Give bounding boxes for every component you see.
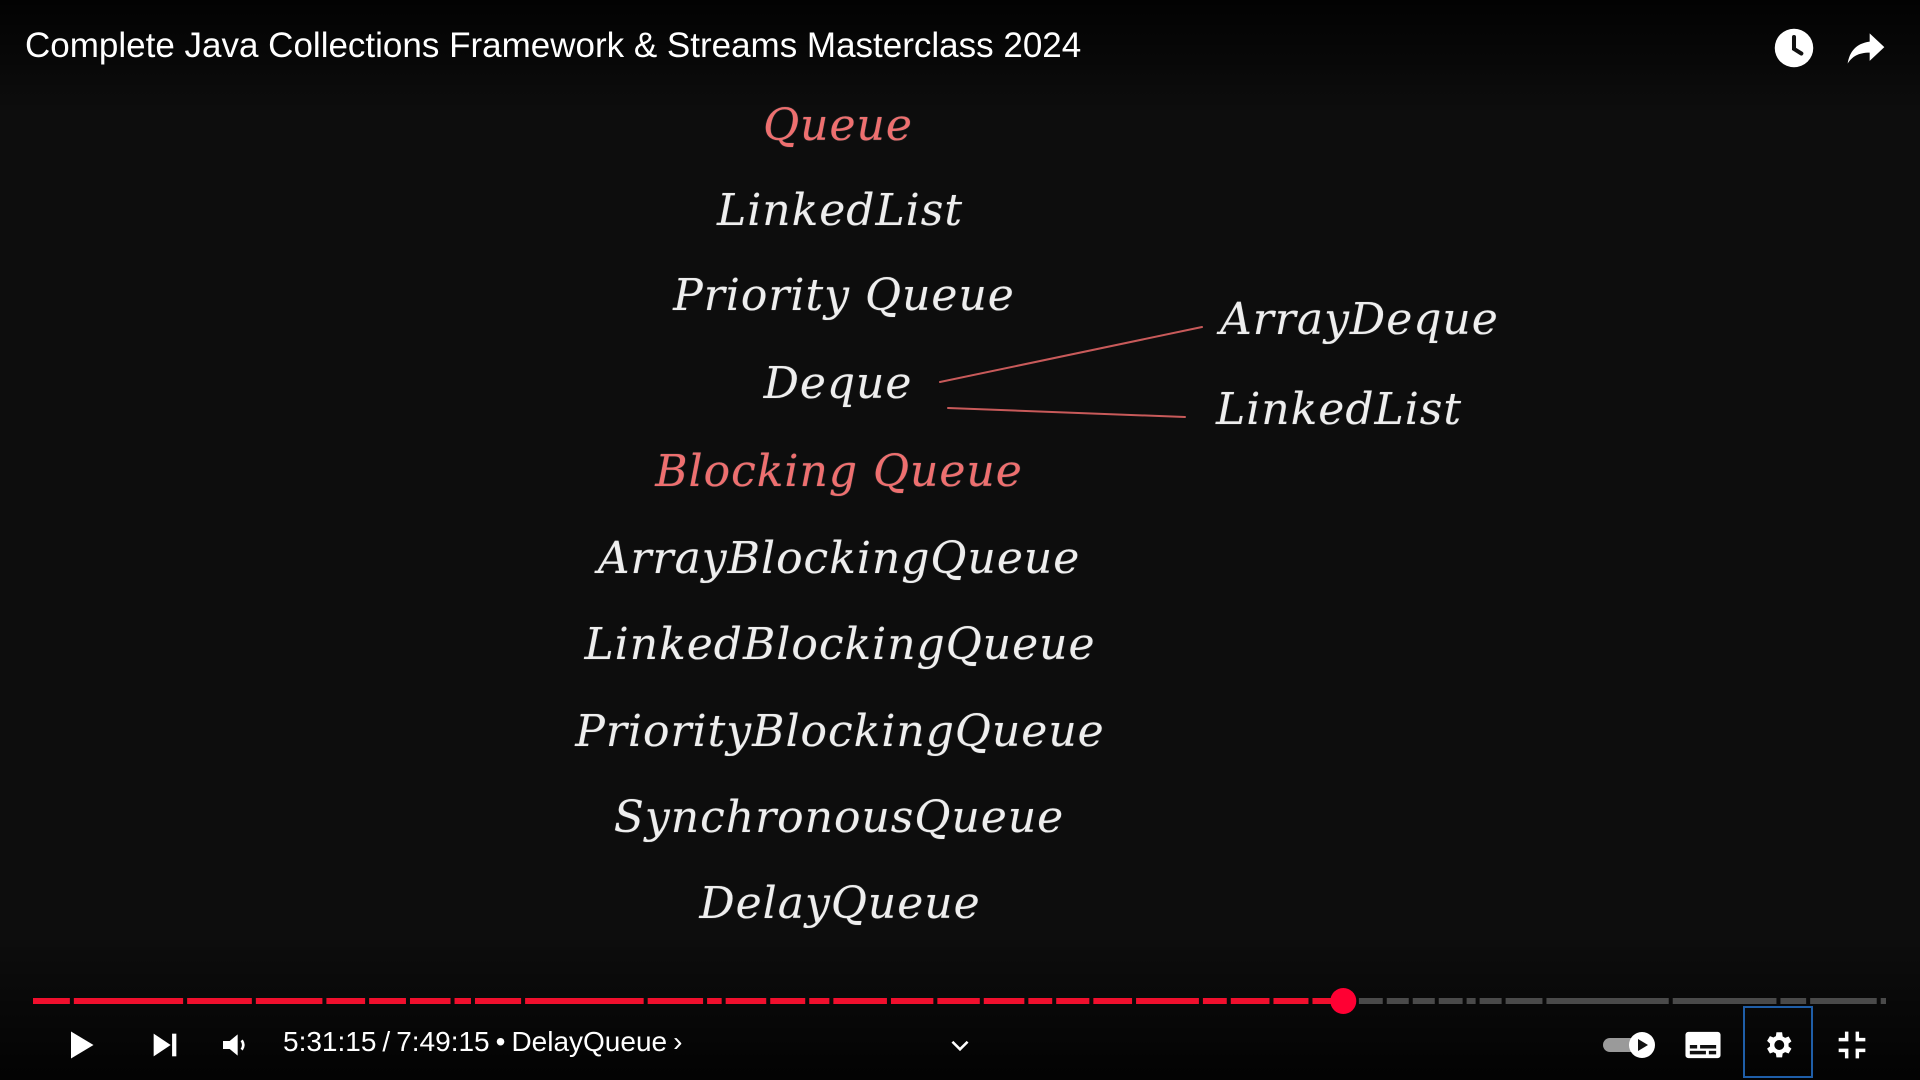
duration: 7:49:15 [396,1026,490,1057]
progress-segment[interactable] [255,998,323,1004]
progress-segment[interactable] [770,998,806,1004]
progress-segment[interactable] [937,998,980,1004]
progress-segment[interactable] [890,998,934,1004]
chapter-arrow[interactable]: › [673,1026,682,1058]
progress-segment[interactable] [725,998,767,1004]
progress-segment[interactable] [525,998,644,1004]
progress-segment[interactable] [1479,998,1502,1004]
settings-focus-outline [1743,1006,1813,1078]
progress-segment[interactable] [1672,998,1777,1004]
progress-segment[interactable] [1880,998,1886,1004]
progress-segment[interactable] [369,998,406,1004]
progress-segment[interactable] [1505,998,1543,1004]
chapters-dropdown-button[interactable] [930,1020,990,1070]
volume-button[interactable] [205,1020,265,1070]
progress-segment[interactable] [1202,998,1227,1004]
progress-segment[interactable] [187,998,252,1004]
progress-segment[interactable] [1466,998,1476,1004]
progress-segment[interactable] [1780,998,1807,1004]
exit-fullscreen-button[interactable] [1822,1020,1882,1070]
progress-segment[interactable] [1028,998,1053,1004]
subtitles-button[interactable] [1673,1020,1733,1070]
progress-segment[interactable] [454,998,471,1004]
progress-segment[interactable] [983,998,1025,1004]
progress-segment[interactable] [1230,998,1270,1004]
current-time: 5:31:15 [283,1026,377,1057]
progress-segment[interactable] [1136,998,1199,1004]
time-display: 5:31:15 / 7:49:15 • DelayQueue › [283,1026,688,1058]
subtitles-icon [1685,1031,1721,1059]
time-separator: / [382,1026,391,1057]
chapter-bullet: • [495,1026,506,1057]
next-icon [153,1033,177,1057]
progress-segment[interactable] [1386,998,1409,1004]
exit-fullscreen-icon [1838,1031,1866,1059]
volume-icon [223,1034,245,1056]
progress-segment[interactable] [1412,998,1435,1004]
progress-segment[interactable] [833,998,887,1004]
play-button[interactable] [50,1020,110,1070]
progress-segment[interactable] [1093,998,1133,1004]
progress-segment[interactable] [1438,998,1463,1004]
progress-segment[interactable] [707,998,722,1004]
progress-segment[interactable] [326,998,366,1004]
chevron-down-icon [951,1040,969,1052]
progress-segment[interactable] [647,998,704,1004]
autoplay-toggle-icon [1603,1032,1655,1058]
progress-segment[interactable] [1546,998,1669,1004]
autoplay-toggle[interactable] [1595,1020,1665,1070]
progress-segment[interactable] [33,998,70,1004]
progress-segment[interactable] [1056,998,1090,1004]
progress-segment[interactable] [73,998,184,1004]
progress-segment[interactable] [809,998,830,1004]
chapter-title[interactable]: DelayQueue [511,1026,667,1058]
progress-segment[interactable] [474,998,522,1004]
progress-bar[interactable] [0,0,1920,1080]
progress-segment[interactable] [1810,998,1877,1004]
play-icon [71,1031,94,1059]
progress-segment[interactable] [1273,998,1309,1004]
progress-segment[interactable] [409,998,451,1004]
progress-segment[interactable] [1358,998,1383,1004]
next-button[interactable] [135,1020,195,1070]
